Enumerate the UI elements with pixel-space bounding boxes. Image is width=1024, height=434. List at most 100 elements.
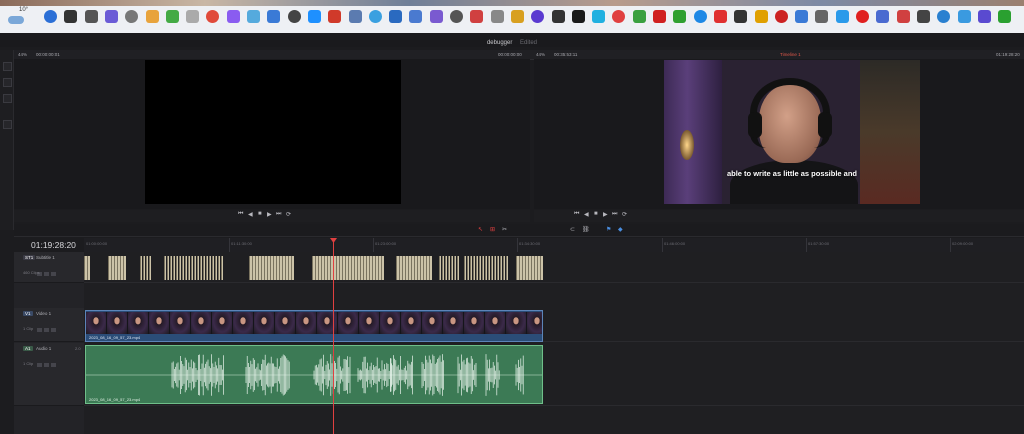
visibility-icon[interactable]: [51, 328, 56, 332]
taskbar-app-icon[interactable]: [815, 10, 829, 23]
subtitle-clip[interactable]: [445, 256, 447, 280]
subtitle-clip[interactable]: [209, 256, 211, 280]
solo-icon[interactable]: [44, 363, 49, 367]
snapping-icon[interactable]: ⊂: [570, 226, 575, 233]
taskbar-app-icon[interactable]: [328, 10, 342, 23]
subtitle-clip[interactable]: [179, 256, 181, 280]
taskbar-app-icon[interactable]: [429, 10, 443, 23]
taskbar-app-icon[interactable]: [226, 10, 240, 23]
subtitle-clip[interactable]: [173, 256, 175, 280]
subtitle-clip[interactable]: [503, 256, 505, 280]
jump-start-icon[interactable]: ⏮: [574, 211, 579, 218]
subtitle-clip[interactable]: [454, 256, 456, 280]
taskbar-app-icon[interactable]: [510, 10, 524, 23]
taskbar-app-icon[interactable]: [774, 10, 788, 23]
play-icon[interactable]: ▶: [267, 211, 272, 218]
subtitle-clip[interactable]: [218, 256, 220, 280]
subtitle-clip[interactable]: [491, 256, 493, 280]
taskbar-app-icon[interactable]: [998, 10, 1012, 23]
effects-toggle[interactable]: [3, 78, 12, 87]
timeline-ruler[interactable]: 01:00:00:00 01:11:30:00 01:23:00:00 01:3…: [84, 238, 1024, 253]
taskbar-app-icon[interactable]: [206, 10, 220, 23]
taskbar-app-icon[interactable]: [307, 10, 321, 23]
taskbar-app-icon[interactable]: [754, 10, 768, 23]
stop-icon[interactable]: ■: [258, 211, 262, 217]
subtitle-clip[interactable]: [470, 256, 472, 280]
video-clip[interactable]: 2023_08_16_09_57_23.mp4: [85, 310, 543, 342]
taskbar-app-icon[interactable]: [125, 10, 139, 23]
subtitle-clip[interactable]: [506, 256, 508, 280]
taskbar-app-icon[interactable]: [531, 10, 545, 23]
link-icon[interactable]: ⛓: [582, 226, 590, 233]
track-header-subtitle[interactable]: ST1 Subtitle 1 460 Clips: [14, 252, 84, 283]
taskbar-app-icon[interactable]: [632, 10, 646, 23]
taskbar-app-icon[interactable]: [653, 10, 666, 23]
subtitle-clip[interactable]: [429, 256, 432, 280]
subtitle-clip[interactable]: [146, 256, 148, 280]
subtitle-clip[interactable]: [488, 256, 490, 280]
subtitle-clip[interactable]: [182, 256, 184, 280]
subtitle-clip[interactable]: [467, 256, 469, 280]
subtitle-clip[interactable]: [482, 256, 484, 280]
taskbar-app-icon[interactable]: [287, 10, 301, 23]
media-pool-toggle[interactable]: [3, 62, 12, 71]
timeline-selector[interactable]: Timeline 1: [780, 52, 801, 57]
taskbar-app-icon[interactable]: [165, 10, 179, 23]
subtitle-clip[interactable]: [185, 256, 187, 280]
subtitle-clip[interactable]: [451, 256, 453, 280]
selection-tool-icon[interactable]: ↖: [478, 226, 483, 233]
subtitle-clip[interactable]: [439, 256, 441, 280]
subtitle-clip[interactable]: [170, 256, 172, 280]
caption-icon[interactable]: [51, 272, 56, 276]
playhead[interactable]: [333, 241, 334, 434]
track-header-audio[interactable]: A1 Audio 1 2.0 1 Clip: [14, 343, 84, 406]
subtitle-clip[interactable]: [500, 256, 502, 280]
subtitle-clip[interactable]: [212, 256, 214, 280]
subtitle-clip[interactable]: [381, 256, 384, 280]
taskbar-app-icon[interactable]: [145, 10, 159, 23]
visibility-icon[interactable]: [44, 272, 49, 276]
subtitle-clip[interactable]: [176, 256, 178, 280]
taskbar-app-icon[interactable]: [693, 10, 707, 23]
blade-tool-icon[interactable]: ✂: [502, 226, 507, 233]
subtitle-clip[interactable]: [473, 256, 475, 280]
subtitle-clip[interactable]: [149, 256, 151, 280]
taskbar-app-icon[interactable]: [186, 10, 200, 23]
taskbar-app-icon[interactable]: [267, 10, 281, 23]
subtitle-clip[interactable]: [479, 256, 481, 280]
subtitle-clip[interactable]: [191, 256, 193, 280]
taskbar-app-icon[interactable]: [835, 10, 849, 23]
subtitle-clip[interactable]: [143, 256, 145, 280]
stop-icon[interactable]: ■: [594, 211, 598, 217]
subtitle-clip[interactable]: [497, 256, 499, 280]
taskbar-app-icon[interactable]: [612, 10, 626, 23]
taskbar-app-icon[interactable]: [856, 10, 869, 23]
subtitle-clip[interactable]: [464, 256, 466, 280]
subtitle-clip[interactable]: [123, 256, 126, 280]
taskbar-app-icon[interactable]: [247, 10, 260, 23]
jump-start-icon[interactable]: ⏮: [238, 211, 243, 218]
track-header-video[interactable]: V1 Video 1 1 Clip: [14, 308, 84, 342]
subtitle-clip[interactable]: [540, 256, 543, 280]
taskbar-app-icon[interactable]: [571, 10, 585, 23]
edit-index-toggle[interactable]: [3, 94, 12, 103]
play-reverse-icon[interactable]: ◀: [248, 211, 253, 218]
taskbar-app-icon[interactable]: [409, 10, 423, 23]
taskbar-app-icon[interactable]: [389, 10, 403, 23]
subtitle-clip[interactable]: [476, 256, 478, 280]
loop-icon[interactable]: ⟳: [286, 211, 291, 218]
taskbar-app-icon[interactable]: [734, 10, 748, 23]
taskbar-app-icon[interactable]: [368, 10, 382, 23]
lock-track-icon[interactable]: [37, 328, 42, 332]
flag-icon[interactable]: ⚑: [606, 226, 611, 233]
taskbar-app-icon[interactable]: [470, 10, 484, 23]
loop-icon[interactable]: ⟳: [622, 211, 627, 218]
program-zoom[interactable]: 44%: [536, 52, 545, 57]
taskbar-app-icon[interactable]: [84, 10, 98, 23]
taskbar-app-icon[interactable]: [896, 10, 910, 23]
taskbar-app-icon[interactable]: [551, 10, 565, 23]
taskbar-app-icon[interactable]: [713, 10, 727, 23]
subtitle-clip[interactable]: [442, 256, 444, 280]
subtitle-clip[interactable]: [197, 256, 199, 280]
subtitle-clip[interactable]: [188, 256, 190, 280]
